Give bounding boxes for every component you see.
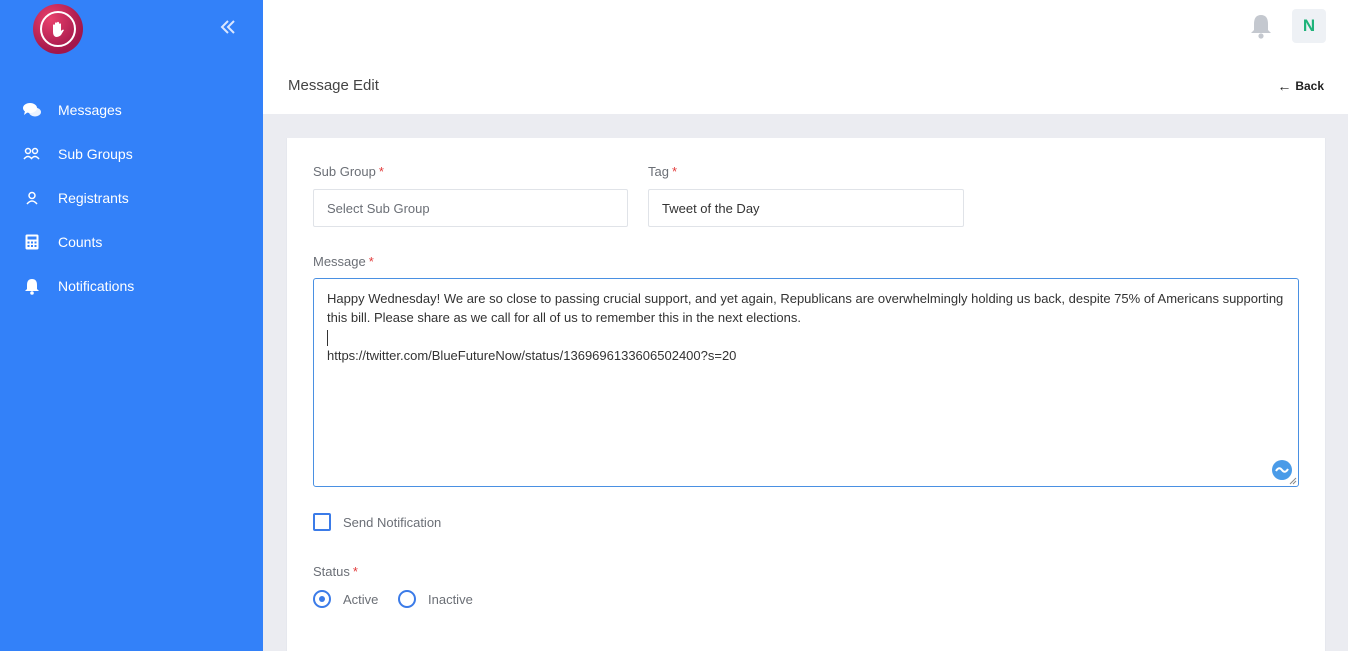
text-caret — [327, 327, 1285, 346]
main-content: Sub Group * Select Sub Group Tag * Tweet o… — [263, 138, 1348, 651]
sub-group-label-text: Sub Group — [313, 164, 376, 179]
required-mark: * — [378, 164, 384, 179]
required-mark: * — [671, 164, 678, 179]
user-avatar[interactable]: N — [1292, 9, 1326, 43]
sidebar-item-registrants[interactable]: Registrants — [0, 176, 263, 220]
sidebar-item-counts[interactable]: Counts — [0, 220, 263, 264]
wave-icon — [1275, 467, 1289, 473]
resize-handle-icon[interactable] — [1289, 477, 1297, 485]
message-label: Message * — [313, 254, 374, 269]
page-title: Message Edit — [288, 77, 379, 94]
required-mark: * — [352, 564, 358, 579]
bell-icon — [1251, 15, 1271, 39]
arrow-left-icon: ← — [1277, 78, 1292, 94]
bell-icon — [22, 276, 42, 296]
users-icon — [22, 144, 42, 164]
sidebar-item-messages[interactable]: Messages — [0, 88, 263, 132]
sub-group-label: Sub Group * — [313, 164, 384, 179]
hand-heart-logo-icon — [40, 11, 76, 47]
radio-label: Active — [343, 591, 379, 607]
message-textarea[interactable]: Happy Wednesday! We are so close to pass… — [313, 278, 1299, 487]
back-label: Back — [1295, 79, 1324, 93]
status-label-text: Status — [313, 564, 350, 579]
notifications-bell-button[interactable] — [1249, 13, 1273, 39]
user-icon — [22, 188, 42, 208]
tag-label: Tag * — [648, 164, 677, 179]
message-label-text: Message — [313, 254, 366, 269]
send-notification-label: Send Notification — [343, 514, 442, 530]
send-notification-checkbox[interactable] — [313, 513, 331, 531]
app-logo[interactable] — [33, 4, 83, 54]
collapse-sidebar-button[interactable] — [216, 14, 240, 40]
message-link-line: https://twitter.com/BlueFutureNow/status… — [327, 348, 737, 363]
back-button[interactable]: ← Back — [1277, 78, 1324, 94]
send-notification-checkbox-row[interactable]: Send Notification — [313, 513, 441, 531]
top-bar: N — [263, 0, 1348, 56]
content-separator — [263, 114, 1348, 138]
sidebar-nav: Messages Sub Groups Registrants Counts N… — [0, 88, 263, 308]
status-option-inactive[interactable]: Inactive — [398, 590, 473, 608]
sidebar-item-label: Sub Groups — [58, 146, 133, 162]
required-mark: * — [368, 254, 374, 269]
sidebar-item-label: Notifications — [58, 278, 135, 294]
radio-label: Inactive — [428, 591, 473, 607]
tag-input[interactable]: Tweet of the Day — [648, 189, 964, 227]
sidebar-item-sub-groups[interactable]: Sub Groups — [0, 132, 263, 176]
calculator-icon — [22, 232, 42, 252]
radio-selected-dot — [319, 596, 325, 602]
sidebar: Messages Sub Groups Registrants Counts N… — [0, 0, 263, 651]
sidebar-item-notifications[interactable]: Notifications — [0, 264, 263, 308]
double-chevron-left-icon — [220, 20, 235, 34]
chat-bubbles-icon — [22, 100, 42, 120]
sidebar-item-label: Registrants — [58, 190, 129, 206]
page-header: Message Edit ← Back — [263, 56, 1348, 114]
status-label: Status * — [313, 564, 358, 579]
radio-button[interactable] — [313, 590, 331, 608]
tag-label-text: Tag — [648, 164, 669, 179]
sidebar-item-label: Counts — [58, 234, 103, 250]
form-card: Sub Group * Select Sub Group Tag * Tweet o… — [286, 138, 1326, 651]
sub-group-select[interactable]: Select Sub Group — [313, 189, 628, 227]
status-option-active[interactable]: Active — [313, 590, 378, 608]
sidebar-item-label: Messages — [58, 102, 122, 118]
radio-button[interactable] — [398, 590, 416, 608]
message-line: Happy Wednesday! We are so close to pass… — [327, 291, 1287, 325]
